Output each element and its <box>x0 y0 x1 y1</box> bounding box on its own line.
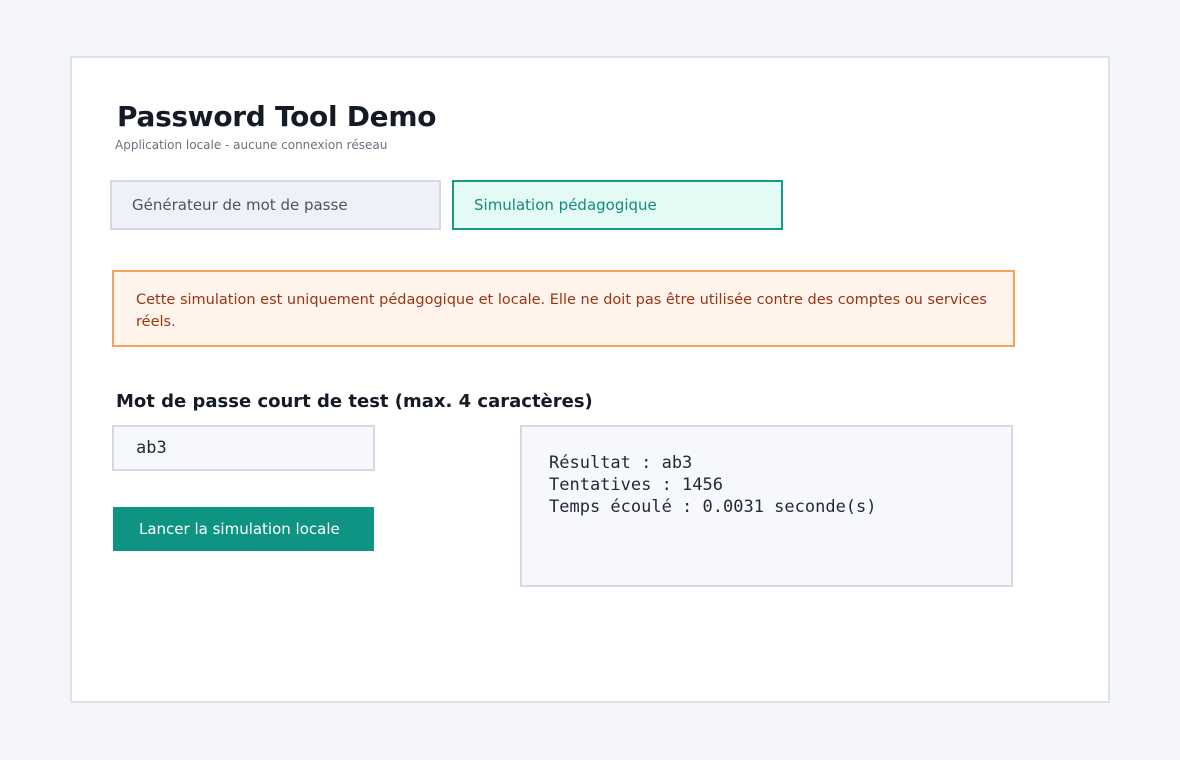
tab-generator[interactable]: Générateur de mot de passe <box>110 180 441 230</box>
tab-simulation-label: Simulation pédagogique <box>474 196 657 214</box>
tab-generator-label: Générateur de mot de passe <box>132 196 348 214</box>
result-line-elapsed: Temps écoulé : 0.0031 seconde(s) <box>549 497 877 517</box>
tab-simulation[interactable]: Simulation pédagogique <box>452 180 783 230</box>
warning-banner: Cette simulation est uniquement pédagogi… <box>112 270 1015 347</box>
main-card: Password Tool Demo Application locale - … <box>70 56 1110 703</box>
page-title: Password Tool Demo <box>117 100 437 133</box>
password-input[interactable] <box>112 425 375 471</box>
result-line-result: Résultat : ab3 <box>549 453 693 473</box>
password-field-label: Mot de passe court de test (max. 4 carac… <box>116 391 593 412</box>
page-subtitle: Application locale - aucune connexion ré… <box>115 138 388 152</box>
warning-text: Cette simulation est uniquement pédagogi… <box>136 292 987 330</box>
run-simulation-button[interactable]: Lancer la simulation locale <box>113 507 374 551</box>
result-line-attempts: Tentatives : 1456 <box>549 475 723 495</box>
result-panel: Résultat : ab3 Tentatives : 1456 Temps é… <box>520 425 1013 587</box>
